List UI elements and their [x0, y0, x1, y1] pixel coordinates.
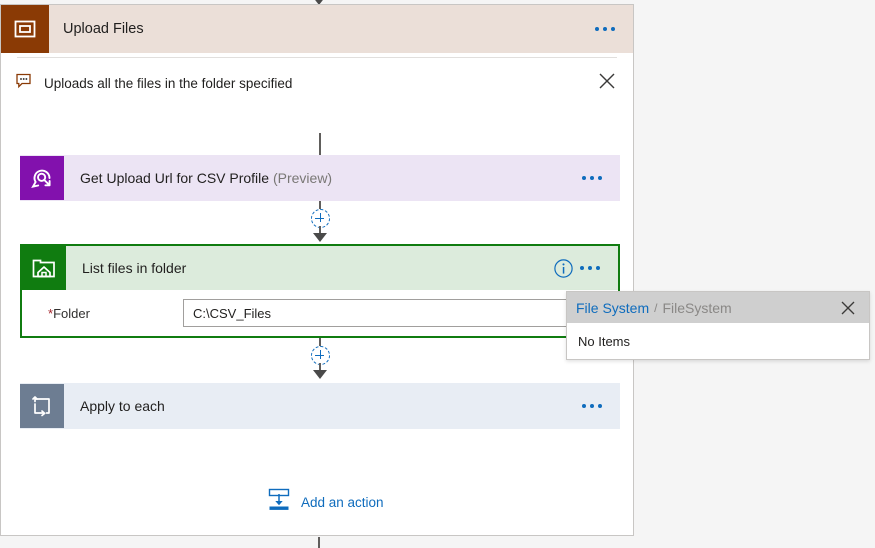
preview-badge: (Preview) — [272, 170, 333, 186]
designer-canvas: Upload Files Uploads all the files in th… — [0, 0, 875, 548]
ellipsis-icon — [582, 404, 586, 408]
flyout-separator: / — [654, 300, 658, 315]
connector-line-2a — [319, 201, 321, 209]
loop-icon — [20, 384, 64, 428]
action-card-get-upload-url[interactable]: Get Upload Url for CSV Profile (Preview) — [20, 155, 620, 201]
connector-arrow-2 — [313, 370, 327, 379]
connector-line-1 — [319, 133, 321, 155]
connector-line-bottom — [318, 537, 320, 548]
action-menu-button-get-upload-url[interactable] — [582, 176, 602, 180]
info-icon[interactable] — [553, 258, 574, 279]
action-menu-button-apply-to-each[interactable] — [582, 404, 602, 408]
flyout-subtitle: FileSystem — [662, 299, 732, 316]
insert-action-icon — [266, 487, 292, 518]
scope-comment-text: Uploads all the files in the folder spec… — [44, 75, 293, 91]
scope-icon — [1, 5, 49, 53]
action-title-text: Get Upload Url for CSV Profile — [80, 170, 270, 186]
flyout-body: No Items — [567, 323, 869, 359]
action-card-apply-to-each[interactable]: Apply to each — [20, 383, 620, 429]
action-body-list-files: *Folder — [22, 290, 618, 336]
connector-icon — [20, 156, 64, 200]
file-system-icon — [22, 246, 66, 290]
comment-icon — [15, 72, 33, 95]
connector-arrow-1 — [313, 233, 327, 242]
scope-card-upload-files[interactable]: Upload Files Uploads all the files in th… — [0, 4, 634, 536]
scope-header[interactable]: Upload Files — [1, 5, 633, 53]
action-title-get-upload-url: Get Upload Url for CSV Profile (Preview) — [80, 170, 582, 186]
add-action-button[interactable]: Add an action — [266, 487, 384, 518]
header-divider — [17, 57, 617, 58]
close-icon[interactable] — [597, 71, 617, 96]
action-title-apply-to-each: Apply to each — [80, 398, 165, 414]
ellipsis-icon — [595, 27, 599, 31]
ellipsis-icon — [580, 266, 584, 270]
action-menu-button-list-files[interactable] — [580, 266, 600, 270]
action-title-list-files: List files in folder — [82, 260, 187, 276]
field-label-text: Folder — [53, 305, 90, 321]
flyout-header: File System / FileSystem — [567, 292, 869, 323]
action-header-list-files[interactable]: List files in folder — [22, 246, 618, 290]
connector-line-3a — [319, 338, 321, 346]
flyout-empty-message: No Items — [578, 333, 631, 349]
ellipsis-icon — [582, 176, 586, 180]
scope-menu-button[interactable] — [595, 27, 615, 31]
add-action-label: Add an action — [301, 495, 384, 510]
action-card-list-files-in-folder[interactable]: List files in folder *Folder — [20, 244, 620, 338]
close-icon[interactable] — [839, 299, 857, 317]
flyout-title-link[interactable]: File System — [576, 300, 649, 316]
scope-title: Upload Files — [63, 21, 144, 37]
folder-input[interactable] — [183, 299, 600, 327]
scope-comment-row: Uploads all the files in the folder spec… — [1, 65, 635, 101]
file-system-flyout[interactable]: File System / FileSystem No Items — [566, 291, 870, 360]
field-label-folder: *Folder — [48, 306, 183, 321]
